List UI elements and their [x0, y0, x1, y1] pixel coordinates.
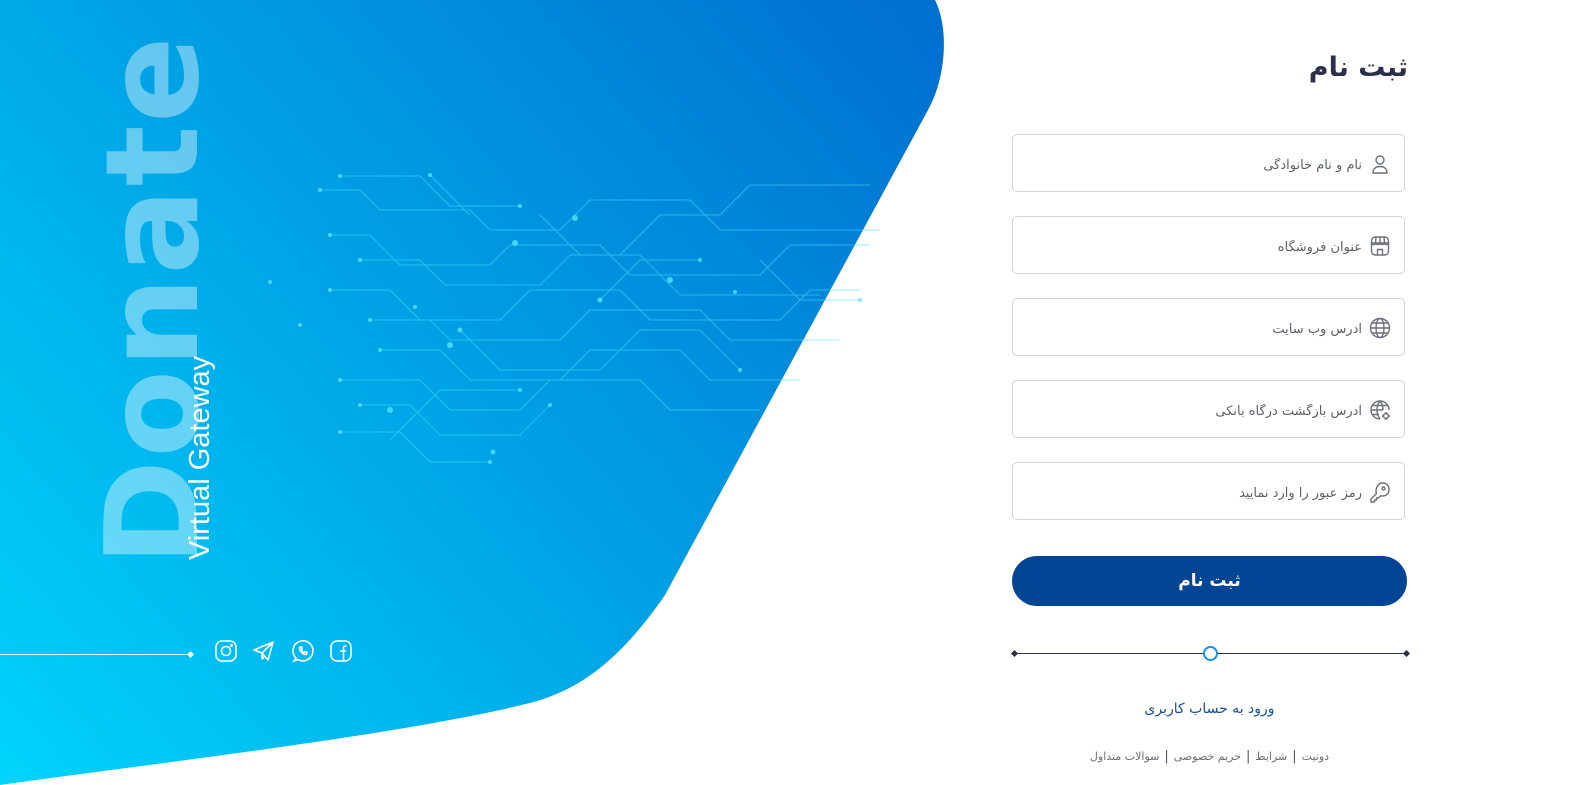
full-name-input[interactable]	[1023, 147, 1364, 183]
password-input[interactable]	[1023, 475, 1364, 511]
signup-form: ثبت نام نام و نام خانوادگی عنوان فروشگاه…	[1010, 0, 1411, 785]
brand-tagline: Virtual Gateway	[184, 355, 216, 560]
step-slider-end-left	[1010, 649, 1019, 658]
store-title-input[interactable]	[1023, 229, 1364, 265]
footer-link-terms[interactable]: شرایط	[1255, 750, 1287, 764]
telegram-icon[interactable]	[251, 638, 277, 664]
footer-link-privacy[interactable]: حریم خصوصی	[1174, 750, 1241, 764]
footer-separator: |	[1246, 749, 1251, 764]
footer-separator: |	[1164, 749, 1169, 764]
login-link[interactable]: ورود به حساب کاربری	[1012, 701, 1407, 717]
store-icon	[1370, 236, 1390, 256]
globe-settings-icon	[1370, 400, 1390, 420]
facebook-icon[interactable]	[328, 638, 354, 664]
step-slider-end-right	[1402, 649, 1411, 658]
globe-icon	[1369, 317, 1391, 339]
user-icon	[1372, 155, 1388, 174]
password-field[interactable]	[1012, 462, 1405, 520]
bank-callback-address-input[interactable]	[1023, 393, 1364, 429]
store-title-field[interactable]	[1012, 216, 1405, 274]
signup-submit-button[interactable]: ثبت نام	[1012, 556, 1407, 606]
website-address-field[interactable]	[1012, 298, 1405, 356]
full-name-field[interactable]	[1012, 134, 1405, 192]
website-address-input[interactable]	[1023, 311, 1364, 347]
social-divider-line	[0, 654, 190, 655]
page-title: ثبت نام	[1308, 52, 1408, 83]
footer-link-faq[interactable]: سوالات متداول	[1090, 750, 1159, 764]
footer-link-donate[interactable]: دونیت	[1302, 750, 1329, 764]
bank-callback-address-field[interactable]	[1012, 380, 1405, 438]
whatsapp-icon[interactable]	[290, 638, 316, 664]
footer-links: دونیت | شرایط | حریم خصوصی | سوالات متدا…	[1012, 750, 1407, 764]
step-slider-knob[interactable]	[1202, 646, 1218, 661]
instagram-icon[interactable]	[213, 638, 239, 664]
footer-separator: |	[1292, 749, 1297, 764]
key-icon	[1370, 482, 1390, 503]
